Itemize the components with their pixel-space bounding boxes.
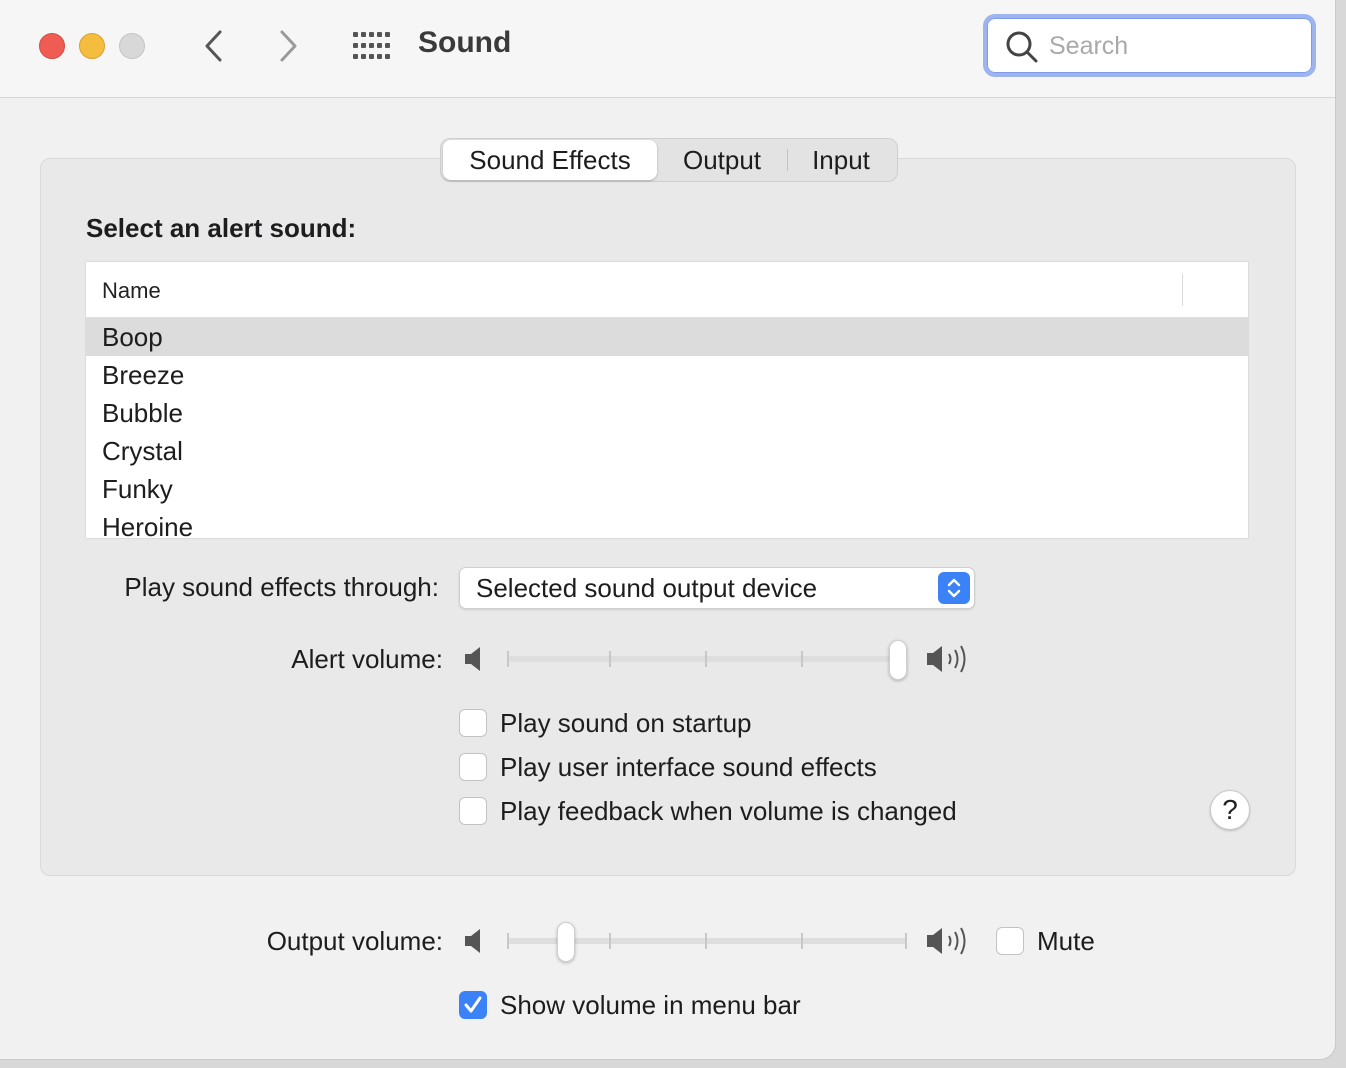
volume-feedback-option[interactable]: Play feedback when volume is changed xyxy=(459,796,957,826)
slider-tick xyxy=(507,651,509,667)
tab-sound-effects[interactable]: Sound Effects xyxy=(443,140,657,180)
close-button[interactable] xyxy=(39,33,65,59)
show-volume-label: Show volume in menu bar xyxy=(500,989,801,1020)
tab-divider xyxy=(787,149,788,171)
startup-sound-label: Play sound on startup xyxy=(500,707,752,738)
tab-output[interactable]: Output xyxy=(667,139,777,181)
table-row[interactable]: Breeze xyxy=(86,356,1248,394)
alert-volume-slider[interactable] xyxy=(507,640,907,680)
slider-track xyxy=(507,656,907,662)
startup-sound-option[interactable]: Play sound on startup xyxy=(459,708,752,738)
slider-tick xyxy=(801,651,803,667)
zoom-button[interactable] xyxy=(119,33,145,59)
speaker-low-icon xyxy=(465,929,480,953)
output-device-select[interactable]: Selected sound output device xyxy=(459,567,975,609)
checkmark-icon xyxy=(464,996,482,1013)
slider-knob[interactable] xyxy=(889,640,907,680)
column-header-name[interactable]: Name xyxy=(102,278,161,304)
speaker-high-icon xyxy=(927,645,966,673)
ui-sound-effects-label: Play user interface sound effects xyxy=(500,751,877,782)
slider-knob[interactable] xyxy=(557,922,575,962)
forward-chevron-icon xyxy=(280,30,297,62)
output-volume-slider[interactable] xyxy=(507,922,907,962)
slider-tick xyxy=(705,651,707,667)
speaker-high-icon xyxy=(927,927,966,955)
startup-sound-checkbox[interactable] xyxy=(459,709,487,737)
table-row[interactable]: Crystal xyxy=(86,432,1248,470)
help-button[interactable]: ? xyxy=(1210,790,1250,830)
output-device-value: Selected sound output device xyxy=(476,573,818,603)
back-chevron-icon xyxy=(205,30,222,62)
back-button[interactable] xyxy=(194,26,234,66)
slider-tick xyxy=(801,933,803,949)
ui-sound-effects-checkbox[interactable] xyxy=(459,753,487,781)
window-title: Sound xyxy=(418,26,512,59)
preferences-window: Sound Sound Effects Output Input Select … xyxy=(0,0,1336,1060)
minimize-button[interactable] xyxy=(79,33,105,59)
ui-sound-effects-option[interactable]: Play user interface sound effects xyxy=(459,752,877,782)
show-volume-option[interactable]: Show volume in menu bar xyxy=(459,990,801,1020)
forward-button[interactable] xyxy=(268,26,308,66)
output-volume-label: Output volume: xyxy=(266,926,443,956)
tab-input[interactable]: Input xyxy=(791,139,891,181)
table-row[interactable]: Bubble xyxy=(86,394,1248,432)
search-field[interactable] xyxy=(983,14,1316,77)
table-row[interactable]: Funky xyxy=(86,470,1248,508)
table-row[interactable]: Boop xyxy=(86,318,1248,356)
stepper-icon xyxy=(938,572,970,604)
show-all-button[interactable] xyxy=(350,30,390,62)
title-bar: Sound xyxy=(0,0,1335,98)
search-input[interactable] xyxy=(1049,28,1299,64)
show-volume-checkbox[interactable] xyxy=(459,991,487,1019)
table-row[interactable]: Heroine xyxy=(86,508,1248,539)
table-header: Name xyxy=(86,262,1248,318)
mute-option[interactable]: Mute xyxy=(996,926,1095,956)
column-divider xyxy=(1182,274,1183,306)
play-through-label: Play sound effects through: xyxy=(124,572,439,602)
mute-checkbox[interactable] xyxy=(996,927,1024,955)
alert-sound-table[interactable]: Name Boop Breeze Bubble Crystal Funky He… xyxy=(85,261,1249,539)
volume-feedback-checkbox[interactable] xyxy=(459,797,487,825)
alert-volume-label: Alert volume: xyxy=(291,644,443,674)
search-icon xyxy=(1006,31,1038,63)
slider-tick xyxy=(507,933,509,949)
slider-tick xyxy=(705,933,707,949)
mute-label: Mute xyxy=(1037,925,1095,956)
slider-tick xyxy=(905,933,907,949)
speaker-low-icon xyxy=(465,647,480,671)
volume-feedback-label: Play feedback when volume is changed xyxy=(500,795,957,826)
alert-sound-heading: Select an alert sound: xyxy=(86,213,357,243)
tab-bar: Sound Effects Output Input xyxy=(440,138,898,182)
slider-tick xyxy=(609,651,611,667)
grid-icon xyxy=(353,32,390,59)
slider-tick xyxy=(609,933,611,949)
